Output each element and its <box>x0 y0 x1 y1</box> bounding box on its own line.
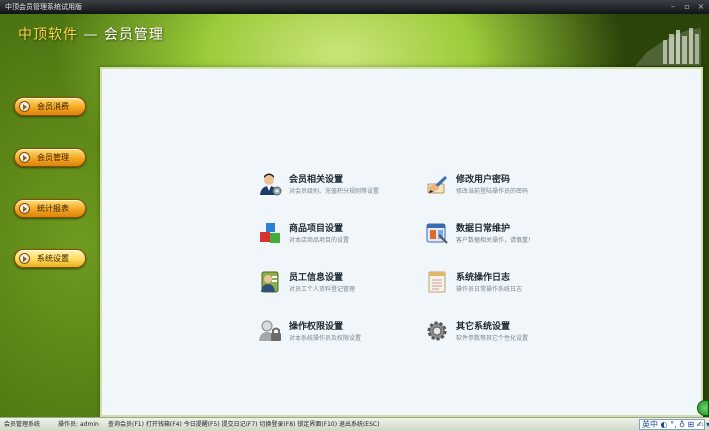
app-header-title: 中顶软件 — 会员管理 <box>18 24 164 44</box>
sidebar-item-member-manage[interactable]: 会员管理 <box>14 148 86 167</box>
log-sheet-icon <box>428 271 446 293</box>
item-description: 对本店商品项目的设置 <box>289 237 350 244</box>
city-skyline-icon <box>635 28 701 66</box>
title-separator: — <box>78 27 104 43</box>
settings-item-operation-log[interactable]: 系统操作日志 操作员日常操作系统日志 <box>425 268 585 300</box>
user-lock-icon <box>259 320 281 341</box>
person-settings-icon <box>260 173 282 196</box>
item-description: 操作员日常操作系统日志 <box>456 286 523 293</box>
status-operator-value: admin <box>80 421 99 428</box>
sidebar-item-label: 统计报表 <box>37 204 69 213</box>
settings-item-change-password[interactable]: 修改用户密码 修改当前登陆操作员的密码 <box>425 170 585 202</box>
sidebar-item-label: 会员消费 <box>37 102 69 111</box>
item-title: 修改用户密码 <box>456 175 511 185</box>
ime-toolbar[interactable]: 英中 ◐ °, ♁ ⊞ ✍ ▾ <box>639 419 709 430</box>
settings-item-other[interactable]: 其它系统设置 软件参数等其它个性化设置 <box>425 317 585 349</box>
sidebar-item-system-settings[interactable]: 系统设置 <box>14 249 86 268</box>
settings-panel: 会员相关设置 对会员级别、充值积分规则等设置 修改用户密码 修改当前登陆操作员的… <box>100 67 703 417</box>
sidebar-item-label: 系统设置 <box>37 254 69 263</box>
item-title: 商品项目设置 <box>289 224 344 234</box>
close-button[interactable]: × <box>697 0 705 14</box>
item-description: 客户数据相关操作，请慎重！ <box>456 237 535 244</box>
play-arrow-icon <box>19 101 30 112</box>
minimize-button[interactable]: – <box>669 0 677 14</box>
sidebar-item-label: 会员管理 <box>37 153 69 162</box>
window-titlebar: 中顶会员管理系统试用版 – ▫ × <box>0 0 709 14</box>
play-arrow-icon <box>19 203 30 214</box>
item-description: 软件参数等其它个性化设置 <box>456 335 529 342</box>
item-description: 修改当前登陆操作员的密码 <box>456 188 529 195</box>
window-controls: – ▫ × <box>669 0 705 14</box>
window-title: 中顶会员管理系统试用版 <box>5 3 82 11</box>
status-bar: 会员管理系统 操作员: admin 查询会员(F1) 打开钱箱(F4) 今日提醒… <box>0 417 709 431</box>
item-description: 对会员级别、充值积分规则等设置 <box>289 188 380 195</box>
item-description: 对本系统操作员及权限设置 <box>289 335 362 342</box>
item-title: 会员相关设置 <box>289 175 344 185</box>
settings-item-employees[interactable]: 员工信息设置 对员工个人资料登记管理 <box>258 268 418 300</box>
brand-name: 中顶软件 <box>18 27 78 43</box>
database-tools-icon <box>426 223 448 244</box>
gear-icon <box>427 321 447 341</box>
item-title: 操作权限设置 <box>289 322 344 332</box>
item-title: 其它系统设置 <box>456 322 511 332</box>
colored-cubes-icon <box>260 223 280 243</box>
employee-card-icon <box>261 271 279 293</box>
sidebar-item-member-consume[interactable]: 会员消费 <box>14 97 86 116</box>
maximize-button[interactable]: ▫ <box>683 0 691 14</box>
help-orb-icon[interactable] <box>697 400 709 416</box>
status-system-name: 会员管理系统 <box>4 421 41 428</box>
sidebar-item-reports[interactable]: 统计报表 <box>14 199 86 218</box>
module-name: 会员管理 <box>103 27 164 43</box>
item-description: 对员工个人资料登记管理 <box>289 286 356 293</box>
play-arrow-icon <box>19 152 30 163</box>
settings-item-permissions[interactable]: 操作权限设置 对本系统操作员及权限设置 <box>258 317 418 349</box>
settings-item-member[interactable]: 会员相关设置 对会员级别、充值积分规则等设置 <box>258 170 418 202</box>
item-title: 数据日常维护 <box>456 224 511 234</box>
app-background: 中顶软件 — 会员管理 会员消费 会员管理 统计报表 系统设置 会员相关设置 对… <box>0 14 709 417</box>
settings-item-data-maintenance[interactable]: 数据日常维护 客户数据相关操作，请慎重！ <box>425 219 585 251</box>
status-operator-label: 操作员: <box>58 421 79 428</box>
item-title: 系统操作日志 <box>456 273 511 283</box>
item-title: 员工信息设置 <box>289 273 344 283</box>
pen-hand-icon <box>427 176 447 194</box>
settings-item-products[interactable]: 商品项目设置 对本店商品项目的设置 <box>258 219 418 251</box>
play-arrow-icon <box>19 253 30 264</box>
status-shortcuts: 查询会员(F1) 打开钱箱(F4) 今日提醒(F5) 提交日记(F7) 切换登录… <box>108 421 380 428</box>
